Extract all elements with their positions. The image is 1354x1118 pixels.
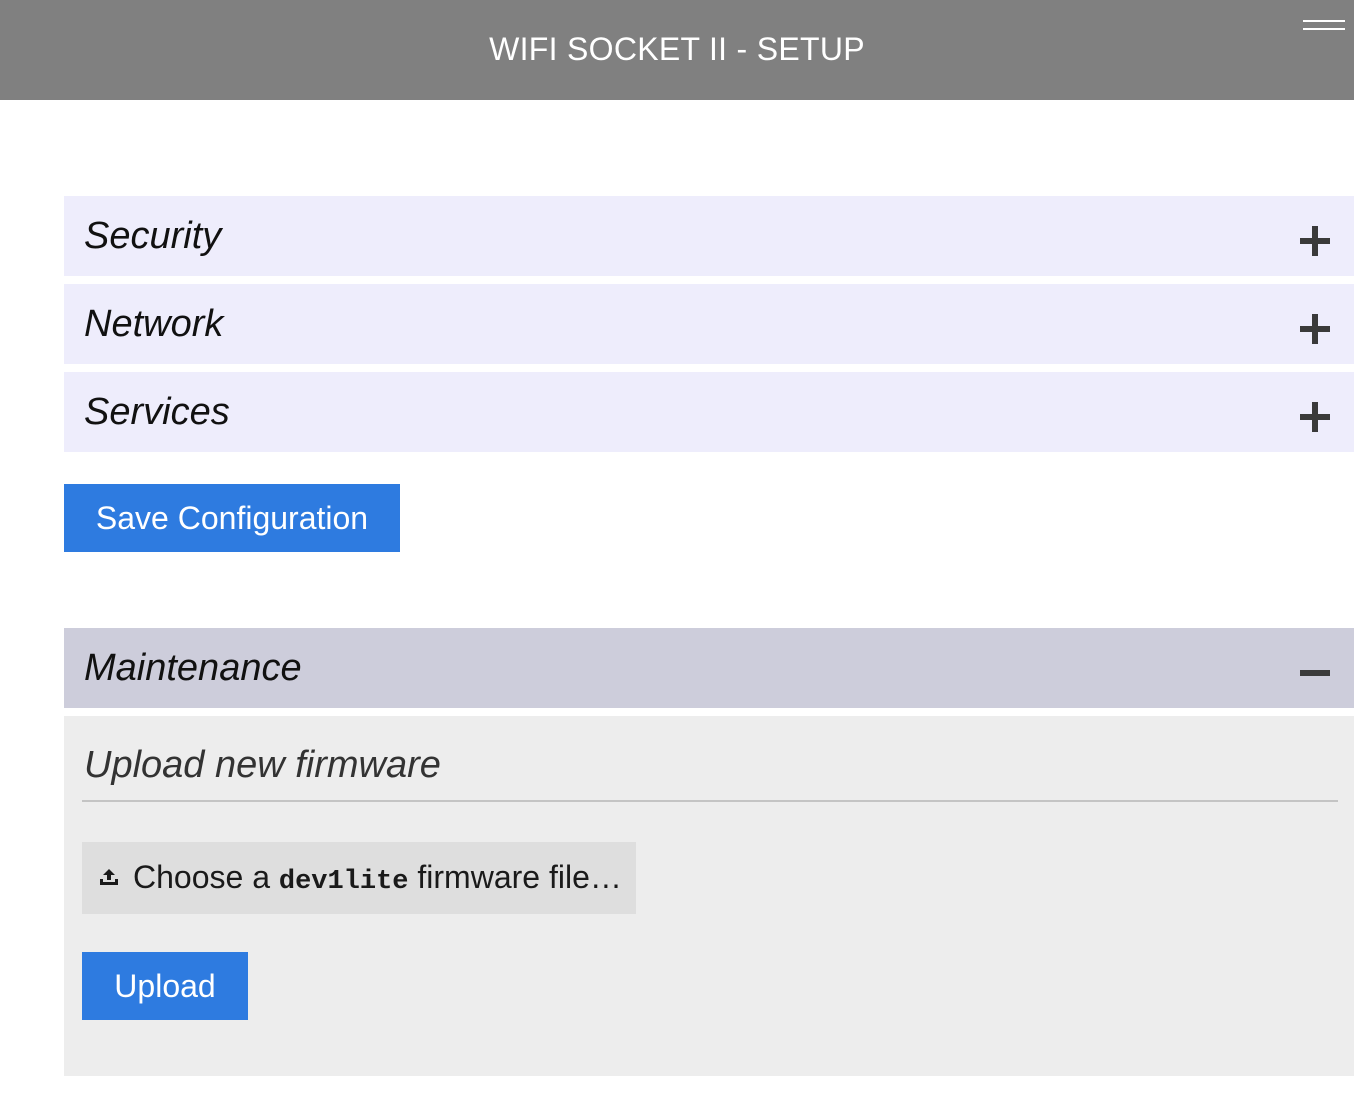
expand-plus-icon[interactable] bbox=[1300, 314, 1330, 344]
device-code: dev1lite bbox=[278, 867, 409, 897]
divider bbox=[82, 800, 1338, 802]
upload-firmware-heading: Upload new firmware bbox=[84, 744, 441, 786]
upload-icon bbox=[100, 869, 118, 885]
section-security[interactable]: Security bbox=[64, 196, 1354, 276]
section-network-title: Network bbox=[84, 303, 224, 345]
top-header: WIFI SOCKET II - SETUP bbox=[0, 0, 1354, 100]
section-services[interactable]: Services bbox=[64, 372, 1354, 452]
section-services-title: Services bbox=[84, 391, 230, 433]
file-chooser-suffix: firmware file… bbox=[408, 859, 622, 895]
hamburger-menu-icon[interactable] bbox=[1303, 18, 1345, 34]
file-chooser-label: Choose a dev1lite firmware file… bbox=[133, 842, 622, 914]
maintenance-panel: Upload new firmware Choose a dev1lite fi… bbox=[64, 716, 1354, 1076]
upload-button[interactable]: Upload bbox=[82, 952, 248, 1020]
firmware-file-chooser[interactable]: Choose a dev1lite firmware file… bbox=[82, 842, 636, 914]
save-configuration-button[interactable]: Save Configuration bbox=[64, 484, 400, 552]
expand-plus-icon[interactable] bbox=[1300, 226, 1330, 256]
expand-plus-icon[interactable] bbox=[1300, 402, 1330, 432]
page-title: WIFI SOCKET II - SETUP bbox=[489, 31, 865, 67]
collapse-minus-icon[interactable] bbox=[1300, 670, 1330, 676]
section-network[interactable]: Network bbox=[64, 284, 1354, 364]
section-maintenance-title: Maintenance bbox=[84, 647, 302, 689]
section-security-title: Security bbox=[84, 215, 222, 257]
section-maintenance[interactable]: Maintenance bbox=[64, 628, 1354, 708]
file-chooser-prefix: Choose a bbox=[133, 859, 279, 895]
